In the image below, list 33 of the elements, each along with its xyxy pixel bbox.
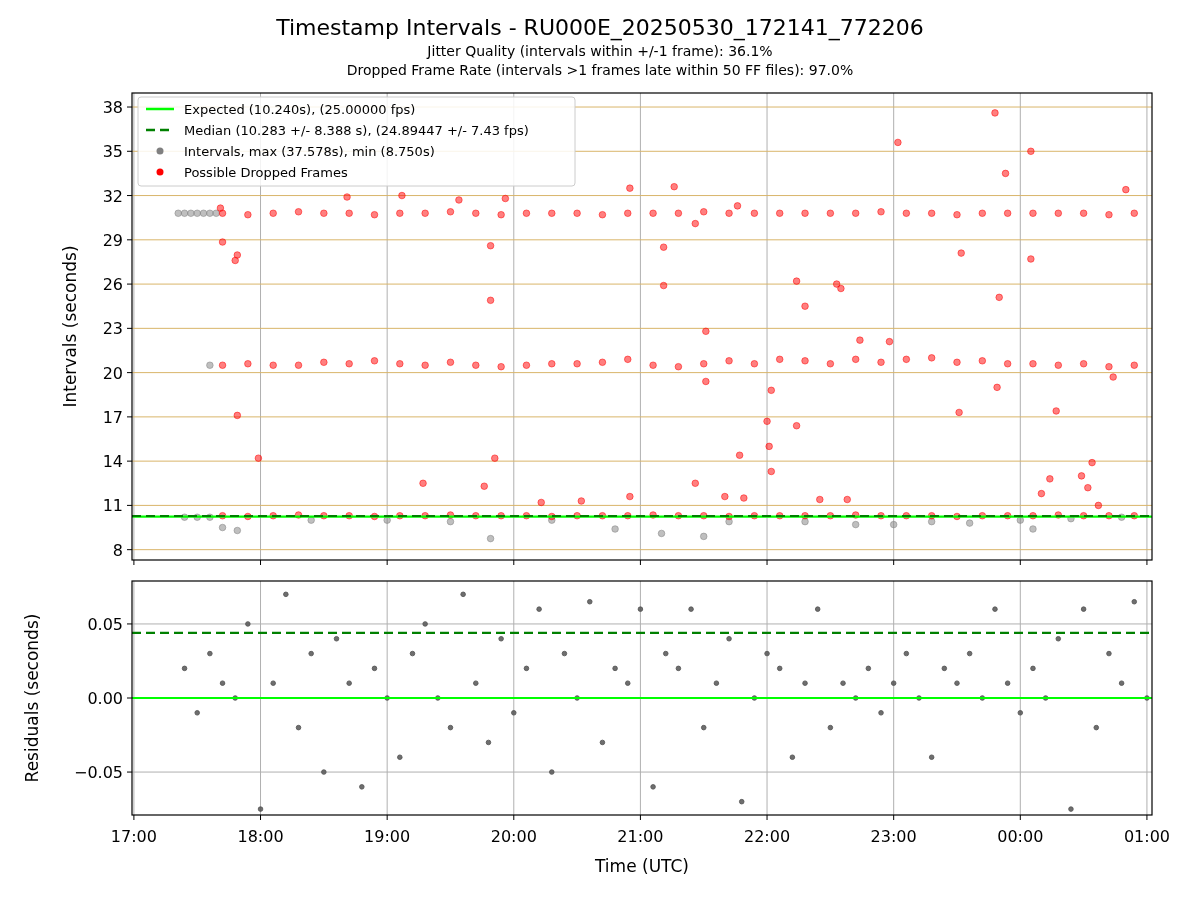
tick-label: 00:00: [997, 827, 1044, 846]
axis-label: Intervals (seconds): [60, 245, 80, 408]
chart-subtitle: Dropped Frame Rate (intervals >1 frames late within 50 FF files): 97.0%: [346, 61, 854, 80]
tick-label: 23:00: [870, 827, 917, 846]
axis-label: Residuals (seconds): [22, 613, 42, 783]
tick-label: 38: [102, 98, 123, 117]
tick-label: 22:00: [744, 827, 791, 846]
tick-label: 20:00: [490, 827, 537, 846]
tick-label: 32: [102, 186, 123, 206]
tick-label: 26: [102, 275, 123, 295]
tick-label: 0.05: [87, 614, 123, 634]
tick-label: 0.00: [87, 689, 123, 708]
tick-label: 14: [102, 452, 123, 472]
legend-label: Possible Dropped Frames: [184, 165, 348, 180]
tick-label: 18:00: [237, 827, 284, 846]
tick-label: 23: [102, 319, 123, 339]
tick-label: 19:00: [364, 827, 411, 846]
legend-label: Intervals, max (37.578s), min (8.750s): [184, 144, 435, 159]
tick-label: 01:00: [1123, 827, 1170, 846]
tick-label: 17:00: [110, 827, 157, 846]
tick-label: −0.05: [73, 763, 123, 783]
tick-label: 11: [102, 496, 123, 516]
legend-label: Median (10.283 +/- 8.388 s), (24.89447 +/- 7.43 fps): [184, 123, 529, 138]
tick-label: 35: [102, 142, 123, 162]
tick-label: 21:00: [617, 827, 664, 846]
legend-label: Expected (10.240s), (25.00000 fps): [184, 102, 416, 117]
tick-label: 8: [112, 540, 123, 560]
tick-label: 20: [102, 363, 123, 383]
chart-title: Timestamp Intervals - RU000E_20250530_172141_772206: [276, 14, 924, 42]
tick-label: 17: [102, 407, 123, 427]
axis-label: Time (UTC): [595, 856, 689, 876]
chart-subtitle: Jitter Quality (intervals within +/-1 frame): 36.1%: [427, 42, 773, 61]
tick-label: 29: [102, 230, 123, 250]
